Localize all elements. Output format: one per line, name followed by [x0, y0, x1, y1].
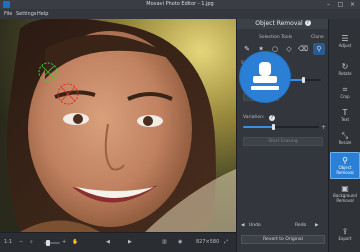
object-removal-icon: ⚲	[342, 156, 348, 165]
delete-icon[interactable]: ▥	[162, 239, 167, 245]
zoom-slider-thumb[interactable]	[46, 240, 50, 246]
maximize-icon[interactable]: □	[336, 1, 345, 8]
adjust-icon: ☰	[341, 34, 349, 43]
menu-bar: File Settings Help	[0, 9, 360, 19]
zoom-ratio[interactable]: 1:1	[4, 239, 12, 245]
toolbar-rotate[interactable]: ↻ Rotate	[330, 59, 360, 83]
variation-plus-icon[interactable]: +	[321, 124, 326, 131]
undo-icon[interactable]: ◀	[241, 223, 244, 228]
title-bar: Movavi Photo Editor - 1.jpg – □ ×	[0, 0, 360, 9]
clear-selection-icon[interactable]: ⌫	[297, 43, 309, 55]
right-toolbar: ☰ Adjust ↻ Rotate ⌗ Crop T Text ⤡ Resize…	[328, 19, 360, 252]
redo-icon[interactable]: ▶	[315, 223, 318, 228]
undo-button[interactable]: Undo	[249, 223, 261, 228]
clone-stamp-icon	[240, 52, 290, 102]
toolbar-background-removal[interactable]: ▣ Background Removal	[330, 181, 360, 209]
fullscreen-icon[interactable]: ⤢	[224, 239, 228, 245]
help-icon[interactable]: ?	[304, 20, 311, 26]
menu-help[interactable]: Help	[37, 11, 48, 17]
panel-title: Object Removal?	[237, 19, 329, 29]
zoom-out-icon[interactable]: −	[19, 239, 23, 245]
menu-file[interactable]: File	[4, 11, 12, 17]
next-image-icon[interactable]: ▶	[128, 239, 132, 245]
window-title: Movavi Photo Editor - 1.jpg	[146, 1, 214, 7]
toolbar-object-removal[interactable]: ⚲ Object Removal	[330, 152, 360, 179]
clone-label: Clone	[311, 35, 324, 40]
variation-fill	[243, 126, 273, 128]
minimize-icon[interactable]: –	[324, 1, 333, 8]
toolbar-resize[interactable]: ⤡ Resize	[330, 128, 360, 152]
clone-markers[interactable]	[0, 19, 236, 232]
revert-to-original-button[interactable]: Revert to Original	[241, 235, 325, 244]
rotate-icon: ↻	[341, 62, 349, 71]
status-bar: 1:1 − ⌕ + ✋ ◀ ▶ ▥ ◉ 827×580 ⤢	[0, 232, 236, 252]
crop-icon: ⌗	[342, 85, 348, 94]
brush-size-knob[interactable]	[302, 77, 305, 83]
close-icon[interactable]: ×	[348, 1, 357, 8]
preview-eye-icon[interactable]: ◉	[178, 239, 182, 245]
resize-icon: ⤡	[341, 131, 349, 140]
photo-canvas[interactable]	[0, 19, 236, 232]
toolbar-crop[interactable]: ⌗ Crop	[330, 82, 360, 106]
start-erasing-button[interactable]: Start Erasing	[243, 137, 323, 146]
toolbar-text[interactable]: T Text	[330, 105, 360, 129]
redo-button[interactable]: Redo	[295, 223, 306, 228]
variation-slider[interactable]	[243, 124, 319, 130]
toolbar-adjust[interactable]: ☰ Adjust	[330, 31, 360, 55]
variation-help-icon[interactable]: ?	[269, 115, 275, 121]
toolbar-export[interactable]: ⇪ Export	[330, 224, 360, 248]
text-icon: T	[342, 108, 348, 117]
image-dimensions: 827×580	[196, 239, 220, 245]
zoom-search-icon[interactable]: ⌕	[30, 239, 33, 245]
zoom-in-icon[interactable]: +	[62, 239, 66, 245]
background-removal-icon: ▣	[341, 184, 349, 193]
menu-settings[interactable]: Settings	[16, 11, 37, 17]
selection-tools-label: Selection Tools	[259, 35, 293, 40]
hand-tool-icon[interactable]: ✋	[72, 239, 78, 245]
variation-label: Variation:	[243, 115, 265, 120]
export-icon: ⇪	[341, 227, 349, 236]
previous-image-icon[interactable]: ◀	[106, 239, 110, 245]
variation-knob[interactable]	[272, 124, 275, 130]
clone-stamp-tool-icon[interactable]: ⚲	[313, 43, 325, 55]
